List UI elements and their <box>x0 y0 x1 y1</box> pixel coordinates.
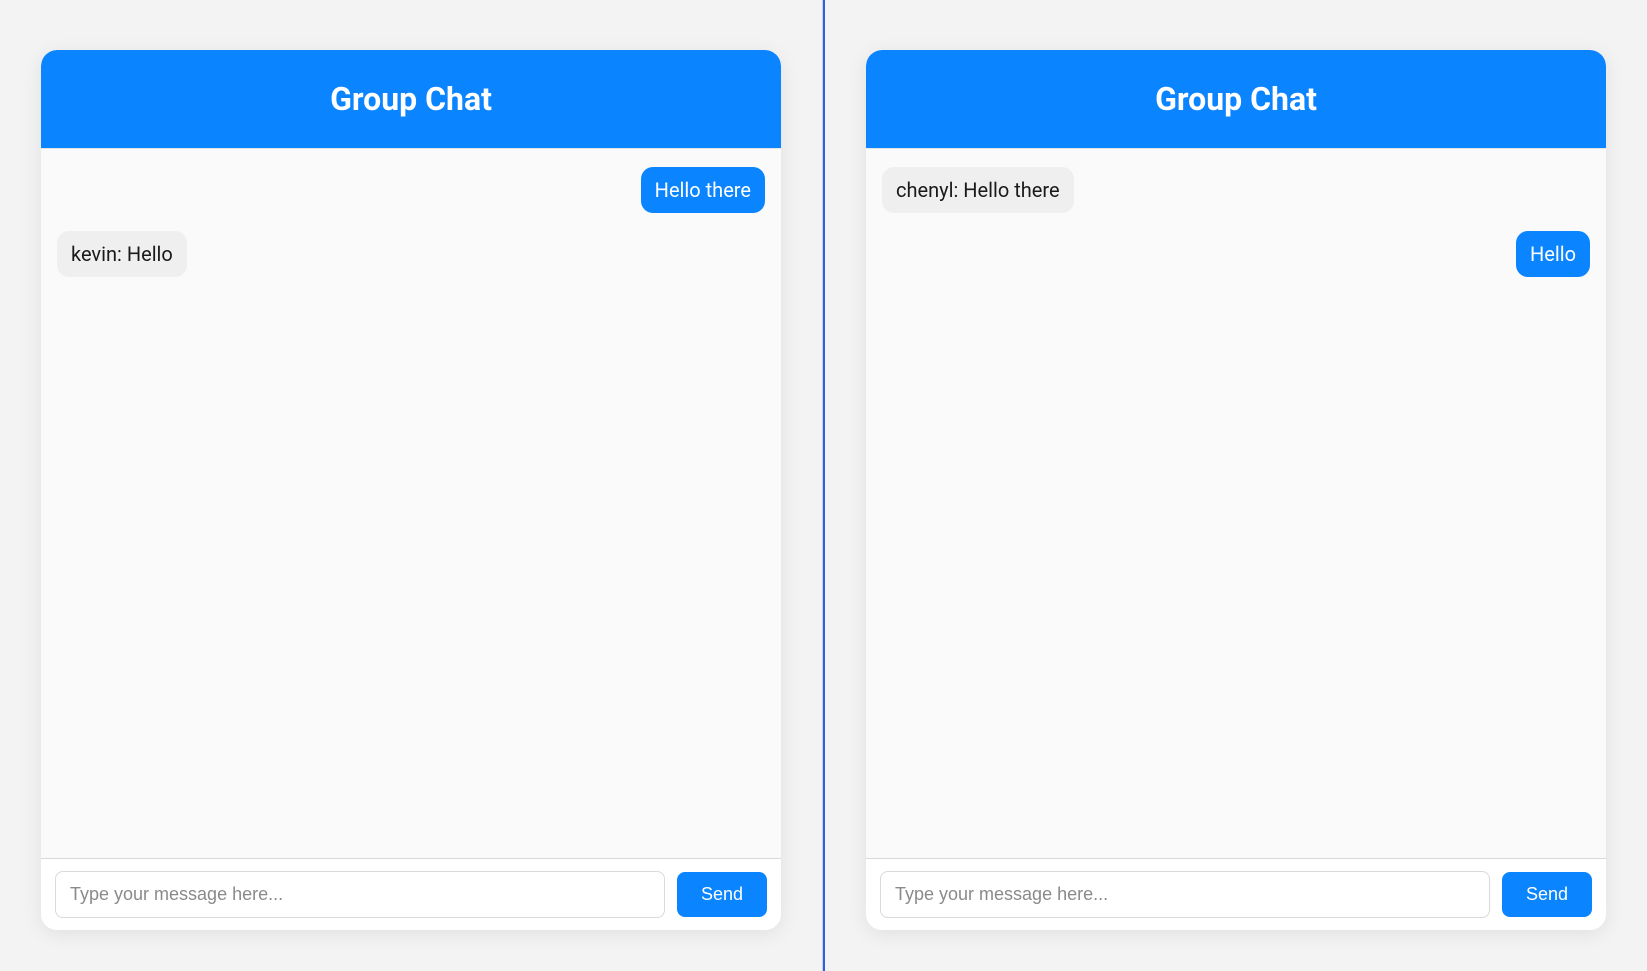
message-input[interactable] <box>55 871 665 918</box>
chat-body[interactable]: chenyl: Hello there Hello <box>866 148 1606 859</box>
split-container: Group Chat Hello there kevin: Hello Send… <box>0 0 1647 971</box>
chat-window-right: Group Chat chenyl: Hello there Hello Sen… <box>866 50 1606 930</box>
chat-header: Group Chat <box>866 50 1606 148</box>
message-bubble-received: chenyl: Hello there <box>882 167 1074 213</box>
chat-footer: Send <box>41 859 781 930</box>
message-input[interactable] <box>880 871 1490 918</box>
chat-window-left: Group Chat Hello there kevin: Hello Send <box>41 50 781 930</box>
message-row: Hello <box>882 231 1590 277</box>
message-bubble-sent: Hello there <box>641 167 765 213</box>
message-row: kevin: Hello <box>57 231 765 277</box>
right-pane: Group Chat chenyl: Hello there Hello Sen… <box>823 0 1647 971</box>
chat-footer: Send <box>866 859 1606 930</box>
message-row: chenyl: Hello there <box>882 167 1590 213</box>
left-pane: Group Chat Hello there kevin: Hello Send <box>0 0 823 971</box>
message-row: Hello there <box>57 167 765 213</box>
send-button[interactable]: Send <box>1502 872 1592 917</box>
message-bubble-sent: Hello <box>1516 231 1590 277</box>
chat-header: Group Chat <box>41 50 781 148</box>
send-button[interactable]: Send <box>677 872 767 917</box>
message-bubble-received: kevin: Hello <box>57 231 187 277</box>
chat-body[interactable]: Hello there kevin: Hello <box>41 148 781 859</box>
